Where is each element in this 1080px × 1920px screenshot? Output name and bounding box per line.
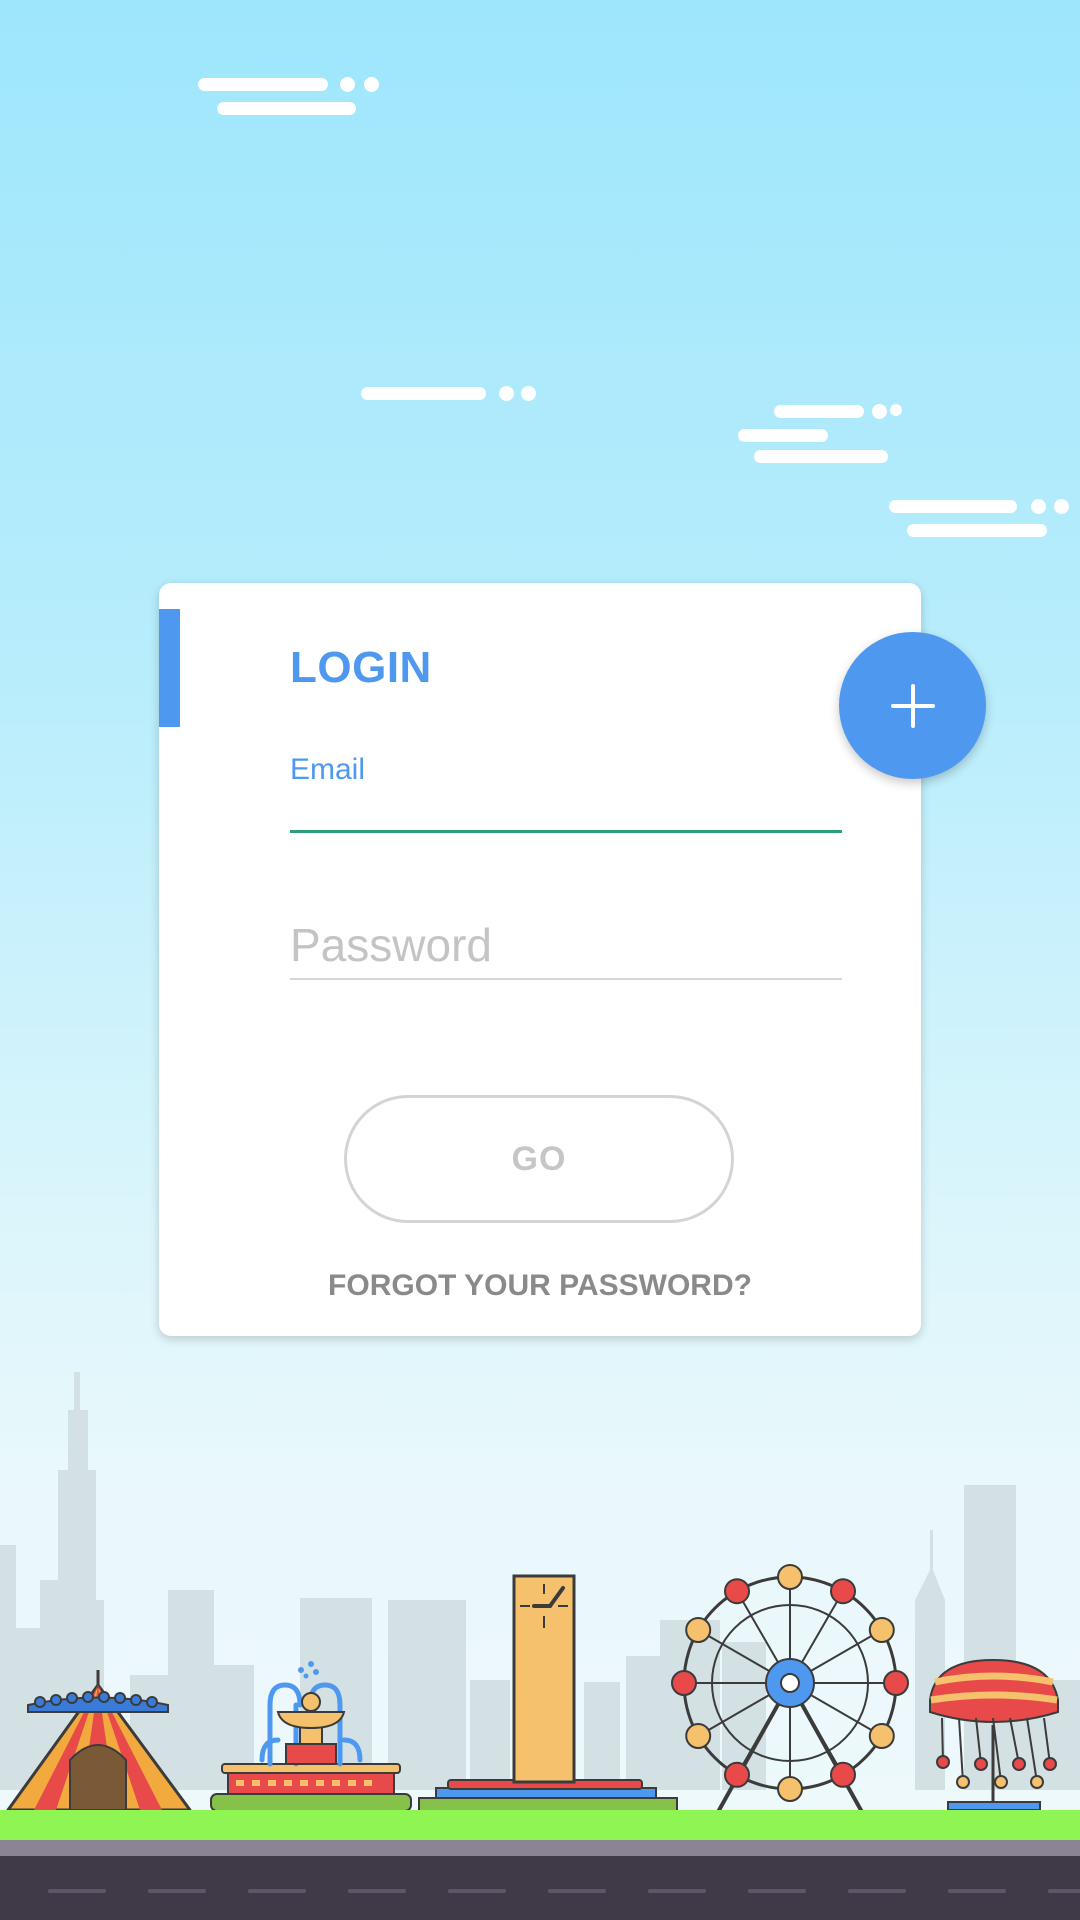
email-field[interactable]: Email bbox=[290, 753, 842, 833]
add-fab-button[interactable] bbox=[839, 632, 986, 779]
password-input[interactable] bbox=[290, 913, 842, 977]
plus-icon bbox=[891, 684, 935, 728]
card-accent-bar bbox=[159, 609, 180, 727]
forgot-password-link[interactable]: FORGOT YOUR PASSWORD? bbox=[159, 1269, 921, 1303]
email-underline bbox=[290, 830, 842, 833]
road bbox=[0, 1856, 1080, 1920]
email-label: Email bbox=[290, 753, 366, 786]
grass bbox=[0, 1810, 1080, 1840]
password-field[interactable] bbox=[290, 913, 842, 980]
sidewalk bbox=[0, 1840, 1080, 1856]
go-button[interactable]: GO bbox=[344, 1095, 734, 1223]
login-title: LOGIN bbox=[290, 643, 432, 692]
login-card: LOGIN Email GO FORGOT YOUR PASSWORD? bbox=[159, 583, 921, 1336]
password-underline bbox=[290, 978, 842, 980]
amusement-park-scenery bbox=[0, 1372, 1080, 1920]
